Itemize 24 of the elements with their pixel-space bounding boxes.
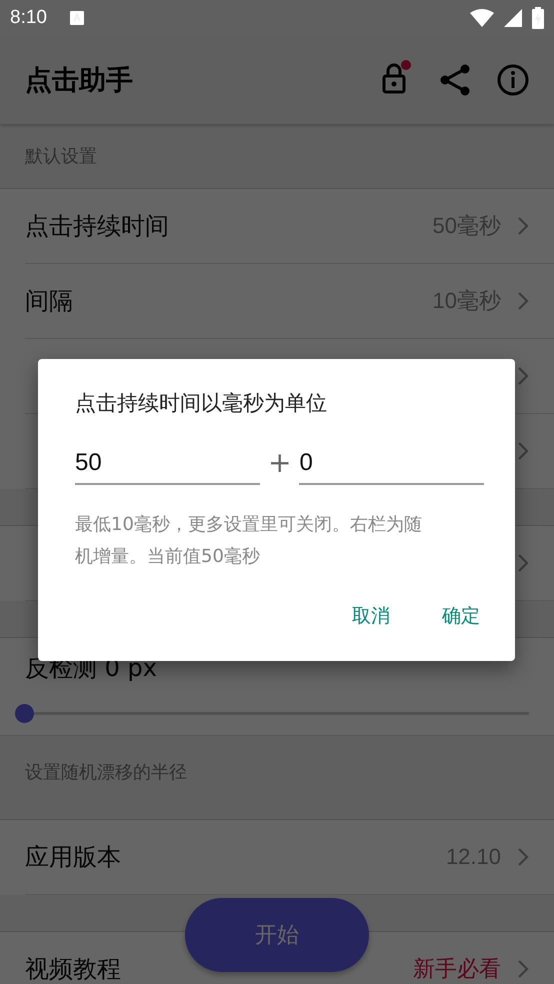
dialog-button[interactable]: 确定 [422,595,500,637]
info-icon[interactable] [497,64,529,96]
plus-sign: + [268,446,292,481]
slider[interactable] [15,704,529,723]
chevron-icon [517,847,529,867]
signal-icon [504,9,522,27]
dialog-title: 点击持续时间以毫秒为单位 [75,390,328,417]
status-time: 8:10 [10,7,47,29]
chevron-icon [517,216,529,236]
dialog-hint: 最低10毫秒，更多设置里可关闭。右栏为随机增量。当前值50毫秒 [75,513,423,569]
battery-icon [532,7,544,29]
chevron-icon [517,441,529,461]
dialog-button[interactable]: 取消 [332,595,410,637]
app-title: 点击助手 [25,64,133,98]
chevron-icon [517,553,529,573]
chevron-icon [517,291,529,311]
chevron-icon [517,959,529,979]
input-field[interactable]: 50 [75,445,260,485]
wifi-icon [470,9,494,27]
input-field[interactable]: 0 [299,445,484,485]
keyboard-icon [68,10,85,26]
start-button[interactable]: 开始 [185,898,369,972]
chevron-icon [517,366,529,386]
share-icon[interactable] [439,64,471,96]
